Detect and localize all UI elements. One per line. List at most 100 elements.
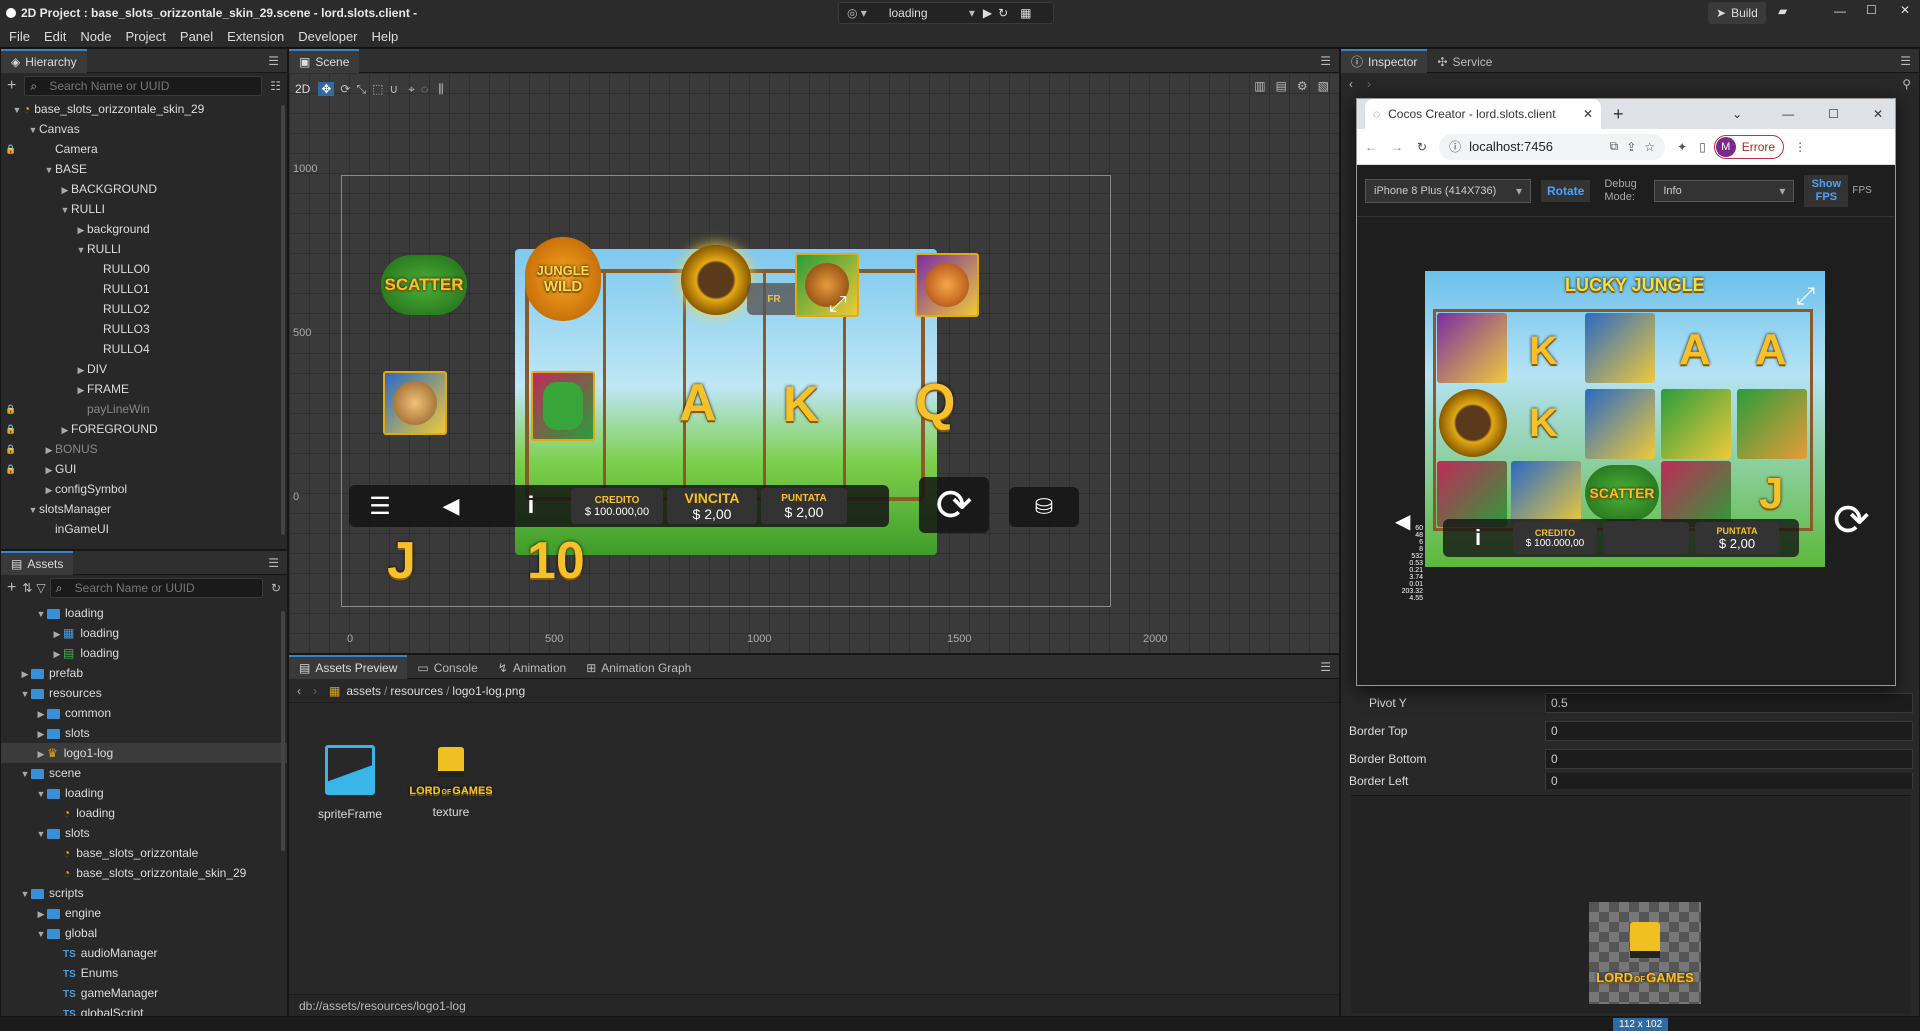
camera-icon[interactable]: ▤	[1276, 79, 1287, 93]
menu-developer[interactable]: Developer	[291, 26, 364, 48]
asset-item[interactable]: ▼ slots	[1, 823, 287, 843]
hierarchy-node[interactable]: ▼ Canvas	[1, 119, 287, 139]
panel-menu-icon[interactable]: ☰	[1320, 660, 1331, 674]
path-resources[interactable]: resources	[390, 684, 443, 698]
letter-q-symbol[interactable]: Q	[915, 373, 955, 433]
chevron-right-icon[interactable]: ▶	[35, 704, 47, 724]
hierarchy-node[interactable]: ▼ RULLI	[1, 199, 287, 219]
lion-symbol[interactable]	[795, 253, 859, 317]
lock-icon[interactable]: 🔒	[5, 459, 16, 479]
hierarchy-node[interactable]: ▶ FRAME	[1, 379, 287, 399]
chevron-down-icon[interactable]: ▼	[27, 500, 39, 520]
lock-icon[interactable]: 🔒	[5, 419, 16, 439]
panel-menu-icon[interactable]: ☰	[268, 556, 279, 570]
global-icon[interactable]: ◌	[421, 82, 428, 96]
hierarchy-node[interactable]: ▶ configSymbol	[1, 479, 287, 499]
scatter-symbol[interactable]: SCATTER	[381, 255, 467, 315]
preview-platform-icon[interactable]: ◎ ▾	[847, 6, 867, 20]
sidebar-icon[interactable]: ▯	[1699, 140, 1706, 154]
tab-animation[interactable]: ↯ Animation	[488, 655, 576, 679]
info-button[interactable]: i	[1443, 525, 1513, 551]
chevron-right-icon[interactable]: ▶	[19, 664, 31, 684]
browser-tab[interactable]: ◌ Cocos Creator - lord.slots.client ✕	[1365, 99, 1601, 129]
chevron-down-icon[interactable]: ▼	[19, 684, 31, 704]
tab-search-icon[interactable]: ⌄	[1732, 107, 1742, 121]
asset-item[interactable]: ▶ engine	[1, 903, 287, 923]
sound-button[interactable]: ◀	[411, 488, 491, 524]
chevron-right-icon[interactable]: ▶	[51, 624, 63, 644]
asset-item[interactable]: ▼ global	[1, 923, 287, 943]
asset-item[interactable]: ▼ loading	[1, 783, 287, 803]
lock-icon[interactable]: 🔒	[5, 399, 16, 419]
translate-icon[interactable]: ⧉	[1610, 139, 1619, 154]
menu-button[interactable]: ☰	[349, 488, 411, 524]
minimize-icon[interactable]: —	[1834, 4, 1846, 18]
hierarchy-node[interactable]: ▶ DIV	[1, 359, 287, 379]
chevron-right-icon[interactable]: ▶	[75, 360, 87, 380]
chevron-down-icon[interactable]: ▼	[59, 200, 71, 220]
play-icon[interactable]: ▶	[983, 6, 992, 20]
asset-item[interactable]: ▼ resources	[1, 683, 287, 703]
asset-item[interactable]: ◔ loading	[1, 803, 287, 823]
move-tool-icon[interactable]: ✥	[318, 82, 335, 96]
border-bottom-input[interactable]: 0	[1545, 749, 1913, 769]
bet-box[interactable]: PUNTATA $ 2,00	[761, 488, 847, 524]
new-tab-icon[interactable]: +	[1613, 104, 1624, 125]
back-icon[interactable]: ‹	[297, 684, 301, 698]
lock-icon[interactable]: 🔒	[5, 139, 16, 159]
chevron-down-icon[interactable]: ▼	[35, 604, 47, 624]
share-icon[interactable]: ⇪	[1626, 140, 1636, 154]
menu-project[interactable]: Project	[118, 26, 172, 48]
close-icon[interactable]: ✕	[1900, 3, 1910, 17]
hierarchy-node[interactable]: 🔒 ▶ GUI	[1, 459, 287, 479]
refresh-icon[interactable]: ↻	[271, 581, 281, 595]
add-icon[interactable]: +	[7, 77, 16, 95]
spin-button[interactable]: ⟳	[919, 477, 989, 533]
hierarchy-node[interactable]: ▼ ◔ base_slots_orizzontale_skin_29	[1, 99, 287, 119]
border-left-input[interactable]: 0	[1545, 773, 1913, 789]
lock-icon[interactable]: 🔒	[5, 439, 16, 459]
chevron-right-icon[interactable]: ▶	[75, 220, 87, 240]
hierarchy-scrollbar[interactable]	[281, 105, 285, 535]
mode-2d-toggle[interactable]: 2D	[295, 82, 310, 96]
menu-panel[interactable]: Panel	[173, 26, 220, 48]
rotate-tool-icon[interactable]: ⟳	[340, 82, 350, 96]
filter-icon[interactable]: ▽	[36, 581, 45, 595]
spriteframe-item[interactable]: spriteFrame	[315, 745, 385, 821]
asset-item[interactable]: TS gameManager	[1, 983, 287, 1003]
rotate-button[interactable]: Rotate	[1541, 179, 1591, 202]
letter-j-symbol[interactable]: J	[387, 531, 416, 591]
list-icon[interactable]: ☷	[270, 79, 281, 93]
address-bar[interactable]: ⓘ localhost:7456 ⧉ ⇪ ☆	[1439, 133, 1666, 160]
add-icon[interactable]: +	[7, 579, 16, 597]
asset-item[interactable]: ▶ ♛ logo1-log	[1, 743, 287, 763]
debug-mode-select[interactable]: Info ▾	[1654, 179, 1795, 202]
hierarchy-node[interactable]: ▶ BACKGROUND	[1, 179, 287, 199]
chevron-right-icon[interactable]: ▶	[75, 380, 87, 400]
asset-item[interactable]: TS Enums	[1, 963, 287, 983]
asset-item[interactable]: TS audioManager	[1, 943, 287, 963]
assets-scrollbar[interactable]	[281, 611, 285, 851]
fullscreen-icon[interactable]: ⤢	[829, 291, 847, 317]
chevron-right-icon[interactable]: ▶	[43, 480, 55, 500]
profile-chip[interactable]: M Errore	[1713, 134, 1785, 159]
kebab-menu-icon[interactable]: ⋮	[1794, 140, 1806, 154]
pivot-y-input[interactable]: 0.5	[1545, 693, 1913, 713]
chevron-down-icon[interactable]: ▾	[969, 6, 975, 20]
asset-item[interactable]: ▶ ▦ loading	[1, 623, 287, 643]
minimize-icon[interactable]: —	[1782, 107, 1794, 121]
close-tab-icon[interactable]: ✕	[1583, 107, 1593, 121]
chevron-down-icon[interactable]: ▼	[19, 764, 31, 784]
hierarchy-node[interactable]: 🔒 Camera	[1, 139, 287, 159]
align-icon[interactable]: ⫼	[438, 82, 444, 97]
tab-animation-graph[interactable]: ⊞ Animation Graph	[576, 655, 701, 679]
layout-icon[interactable]: ▥	[1254, 79, 1265, 93]
forward-icon[interactable]: ›	[1367, 77, 1371, 91]
chevron-right-icon[interactable]: ▶	[51, 644, 63, 664]
hierarchy-node[interactable]: RULLO4	[1, 339, 287, 359]
assets-search-input[interactable]: Search Name or UUID	[49, 578, 263, 598]
maximize-icon[interactable]: ☐	[1866, 3, 1877, 17]
tab-assets-preview[interactable]: ▤ Assets Preview	[289, 654, 408, 679]
menu-file[interactable]: File	[2, 26, 37, 48]
show-fps-button[interactable]: Show FPS	[1804, 174, 1849, 207]
